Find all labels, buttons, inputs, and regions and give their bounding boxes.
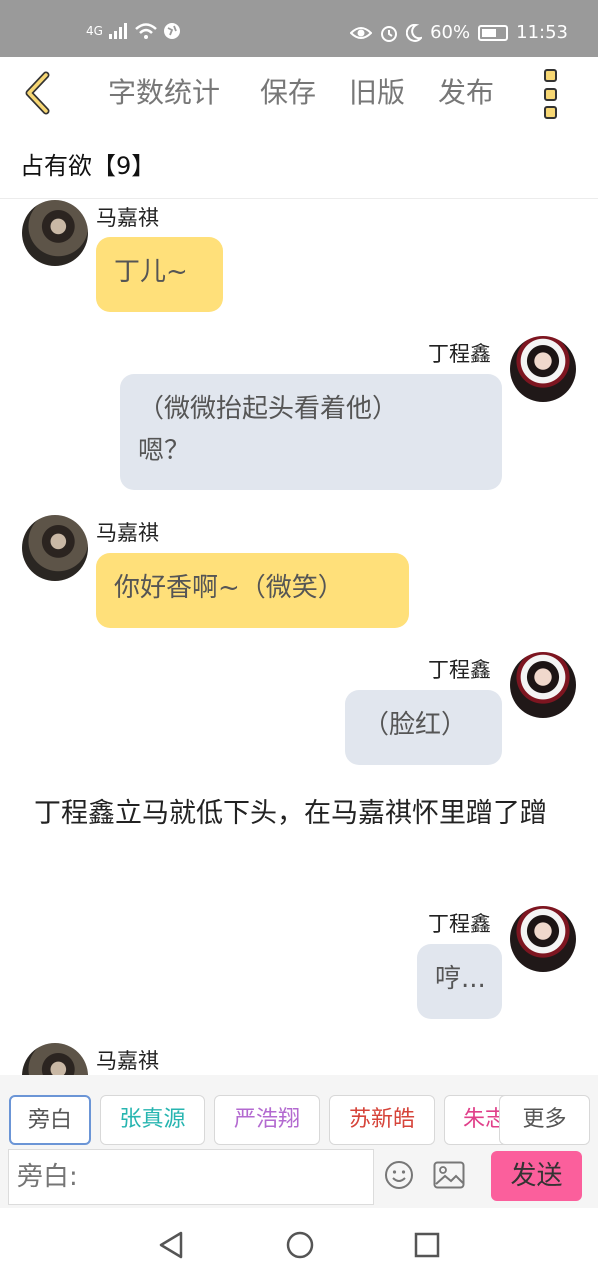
more-menu-icon[interactable] [538, 69, 562, 119]
sender-name: 马嘉祺 [96, 1049, 159, 1073]
more-characters-button[interactable]: 更多 [499, 1095, 590, 1145]
narration-text[interactable]: 丁程鑫立马就低下头，在马嘉祺怀里蹭了蹭 [34, 794, 574, 834]
system-nav-bar [0, 1208, 598, 1280]
moon-icon [406, 23, 423, 42]
wifi-icon [135, 23, 157, 39]
old-version-button[interactable]: 旧版 [349, 75, 405, 111]
character-selector: 旁白 张真源 严浩翔 苏新皓 朱志鑫 更多 [0, 1075, 598, 1145]
avatar[interactable] [22, 200, 88, 266]
publish-button[interactable]: 发布 [438, 75, 494, 111]
character-chip-yan-haoxiang[interactable]: 严浩翔 [214, 1095, 320, 1145]
editor-toolbar: 字数统计 保存 旧版 发布 [0, 57, 598, 135]
sender-name: 丁程鑫 [428, 342, 491, 366]
input-bar: 发送 [0, 1145, 598, 1208]
character-chip-su-xinhao[interactable]: 苏新皓 [329, 1095, 435, 1145]
sender-name: 马嘉祺 [96, 521, 159, 545]
save-button[interactable]: 保存 [260, 75, 316, 111]
message-bubble[interactable]: （脸红） [345, 690, 502, 765]
signal-icon [108, 23, 127, 39]
message-bubble[interactable]: 哼... [417, 944, 502, 1019]
avatar[interactable] [22, 515, 88, 581]
nav-back-icon[interactable] [157, 1230, 185, 1260]
character-chip-zhang-zhenyuan[interactable]: 张真源 [100, 1095, 205, 1145]
message-line: 嗯？ [138, 436, 191, 466]
image-icon[interactable] [433, 1161, 465, 1189]
network-type: 4G [86, 24, 103, 38]
nav-recents-icon[interactable] [413, 1230, 441, 1260]
avatar[interactable] [22, 1043, 88, 1075]
divider [0, 198, 598, 199]
send-button[interactable]: 发送 [491, 1151, 582, 1201]
sender-name: 丁程鑫 [428, 912, 491, 936]
message-bubble[interactable]: 你好香啊~（微笑） [96, 553, 409, 628]
status-bar: 4G 60% 11:53 [0, 0, 598, 57]
chat-area[interactable]: 马嘉祺 丁儿~ 丁程鑫 （微微抬起头看着他） 嗯？ 马嘉祺 你好香啊~（微笑） … [0, 200, 598, 1075]
nav-home-icon[interactable] [285, 1230, 315, 1260]
emoji-icon[interactable] [384, 1160, 414, 1190]
message-input[interactable] [8, 1149, 374, 1205]
character-chip-narrator[interactable]: 旁白 [9, 1095, 91, 1145]
sender-name: 丁程鑫 [428, 658, 491, 682]
avatar[interactable] [510, 906, 576, 972]
story-title: 占有欲【9】 [20, 152, 156, 180]
clock: 11:53 [516, 22, 568, 43]
sender-name: 马嘉祺 [96, 206, 159, 230]
avatar[interactable] [510, 336, 576, 402]
battery-icon [478, 24, 509, 41]
message-bubble[interactable]: 丁儿~ [96, 237, 223, 312]
message-line: （微微抬起头看着他） [138, 394, 399, 424]
battery-percent: 60% [430, 22, 471, 43]
word-count-button[interactable]: 字数统计 [108, 75, 220, 111]
alarm-icon [381, 25, 398, 42]
avatar[interactable] [510, 652, 576, 718]
eye-icon [350, 26, 373, 39]
message-bubble[interactable]: （微微抬起头看着他） 嗯？ [120, 374, 502, 490]
globe-icon [163, 23, 180, 39]
back-icon[interactable] [18, 69, 66, 117]
